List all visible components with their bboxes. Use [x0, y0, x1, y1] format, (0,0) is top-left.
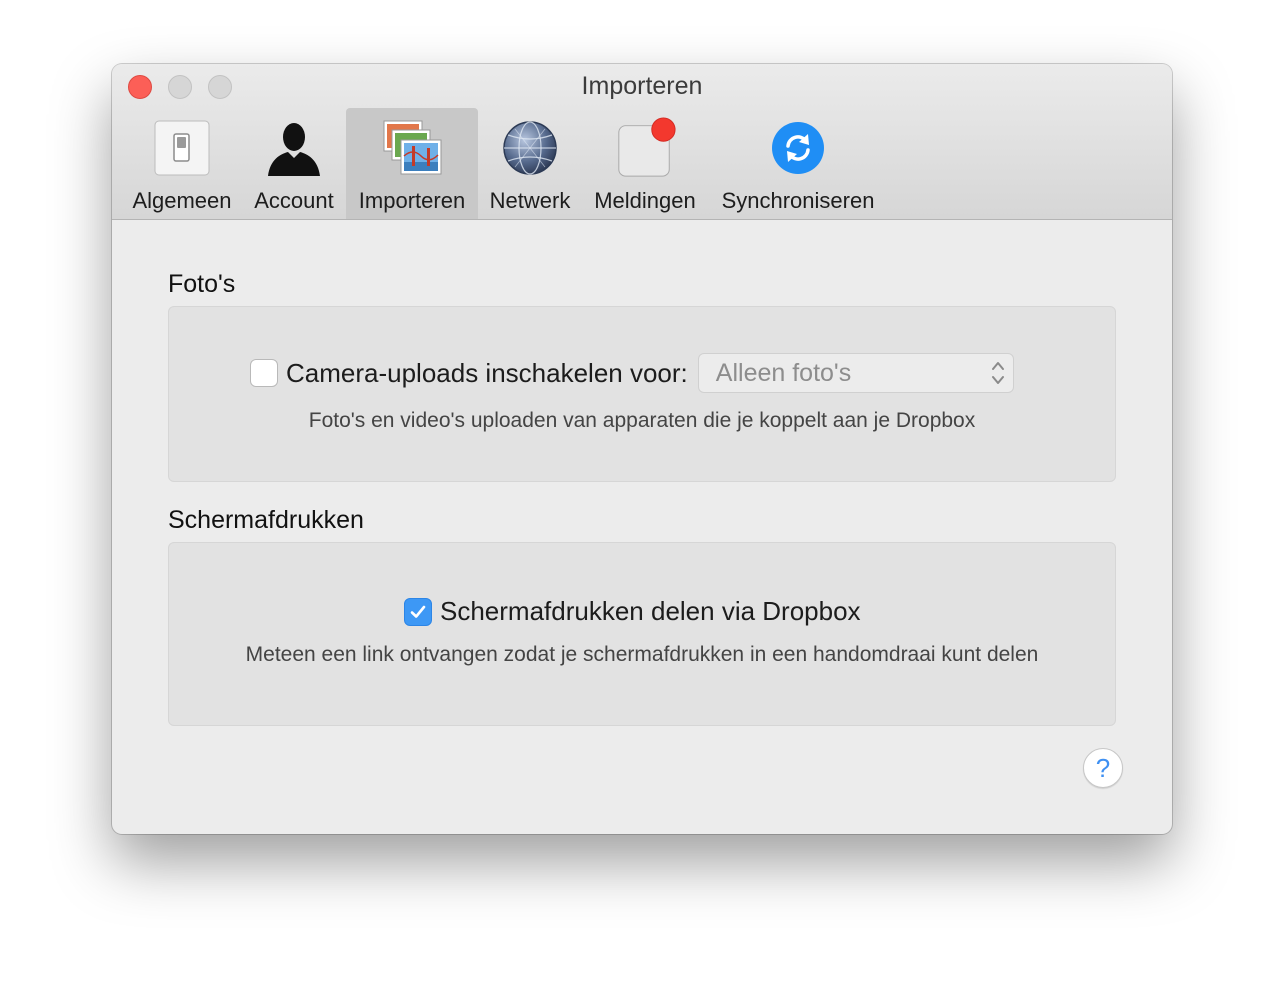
camera-uploads-select[interactable]: Alleen foto's [697, 353, 1014, 393]
camera-uploads-label[interactable]: Camera-uploads inschakelen voor: [286, 358, 688, 389]
screenshots-section-title: Schermafdrukken [168, 506, 364, 534]
tab-label: Netwerk [489, 188, 571, 213]
photos-stack-icon [380, 116, 444, 180]
preferences-content: Foto's Camera-uploads inschakelen voor: … [112, 220, 1172, 834]
select-value: Alleen foto's [715, 358, 852, 387]
camera-uploads-checkbox[interactable] [250, 359, 278, 387]
tab-importeren[interactable]: Importeren [346, 108, 478, 219]
window-title: Importeren [581, 72, 703, 100]
help-button[interactable]: ? [1083, 748, 1123, 788]
preferences-window: Importeren Algemeen Account Importeren N… [112, 64, 1172, 834]
screenshots-group: Schermafdrukken delen via Dropbox Meteen… [168, 542, 1116, 726]
toggle-switch-icon [150, 116, 214, 180]
share-screenshots-description: Meteen een link ontvangen zodat je scher… [245, 643, 1039, 666]
title-bar: Importeren Algemeen Account Importeren N… [112, 64, 1172, 220]
tab-account[interactable]: Account [248, 108, 340, 219]
share-screenshots-row: Schermafdrukken delen via Dropbox [404, 596, 861, 627]
camera-uploads-description: Foto's en video's uploaden van apparaten… [308, 409, 976, 432]
tab-label: Importeren [358, 188, 466, 213]
tab-meldingen[interactable]: Meldingen [586, 108, 704, 219]
share-screenshots-checkbox[interactable] [404, 597, 432, 626]
tab-label: Algemeen [132, 188, 232, 213]
checkmark-icon [410, 605, 426, 618]
sync-icon [766, 116, 830, 180]
tab-netwerk[interactable]: Netwerk [484, 108, 576, 219]
globe-network-icon [498, 116, 562, 180]
notification-badge-icon [613, 116, 677, 180]
person-silhouette-icon [262, 116, 326, 180]
camera-uploads-row: Camera-uploads inschakelen voor: Alleen … [250, 353, 1014, 393]
photos-group: Camera-uploads inschakelen voor: Alleen … [168, 306, 1116, 482]
tab-label: Meldingen [594, 188, 696, 213]
tab-algemeen[interactable]: Algemeen [120, 108, 244, 219]
tab-synchroniseren[interactable]: Synchroniseren [712, 108, 884, 219]
tab-label: Account [254, 188, 334, 213]
chevron-up-down-icon [991, 360, 1005, 391]
photos-section-title: Foto's [168, 270, 236, 298]
tab-label: Synchroniseren [721, 188, 875, 213]
share-screenshots-label[interactable]: Schermafdrukken delen via Dropbox [440, 596, 861, 627]
